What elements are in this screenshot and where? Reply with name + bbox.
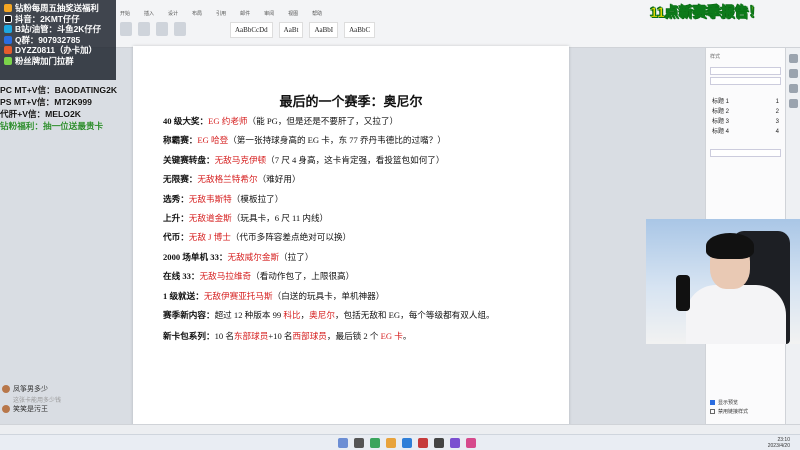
bilibili-icon [4, 25, 12, 34]
streamer-hair [706, 233, 754, 259]
doc-line: 40 级大奖：EG 约老师（能 PG，但是还是不要肝了，又拉了） [163, 116, 399, 126]
douyin-icon [4, 14, 12, 23]
doc-line-new-content: 赛季新内容：超过 12 种版本 99 科比，奥尼尔，包括无敌和 EG，每个等级都… [163, 310, 495, 321]
chat-message: 这张卡能用多少钱 [13, 397, 62, 404]
webcam-feed [646, 219, 800, 344]
menu-item-help[interactable]: 帮助 [312, 10, 322, 17]
font-icon[interactable] [138, 22, 150, 36]
chat-app-icon[interactable] [370, 438, 380, 448]
menu-item-mailings[interactable]: 邮件 [240, 10, 250, 17]
styles-new-box[interactable] [710, 149, 781, 157]
diamond-icon [4, 4, 12, 13]
style-gallery: AaBbCcDd AaBt AaBbI AaBbC [230, 22, 376, 38]
app-icon[interactable] [466, 438, 476, 448]
chat-user: 笑笑是污王 [2, 404, 112, 414]
doc-line: 上升：无敌道金斯（玩具卡，6 尺 11 内线） [163, 213, 329, 224]
style-normal[interactable]: AaBbCcDd [230, 22, 273, 38]
promo-line: PC MT+V信：BAODATING2K [0, 85, 118, 95]
browser-icon[interactable] [402, 438, 412, 448]
menu-item-home[interactable]: 开始 [120, 10, 130, 17]
styles-filter-box[interactable] [710, 77, 781, 85]
promo-lines: PC MT+V信：BAODATING2K PS MT+V信：MT2K999 代肝… [0, 84, 140, 132]
show-preview-checkbox[interactable]: 显示预览 [710, 398, 782, 407]
doc-line: 无限赛：无敌格兰特希尔（难好用） [163, 174, 301, 185]
styles-search-box[interactable] [710, 67, 781, 75]
document-page[interactable]: 最后的一个赛季：奥尼尔 40 级大奖：EG 约老师（能 PG，但是还是不要肝了，… [133, 46, 569, 438]
taskbar: 23:10 2023/4/20 [0, 434, 800, 450]
style-item[interactable]: 标题 22 [706, 107, 785, 117]
promo-line: PS MT+V信：MT2K999 [0, 97, 92, 107]
style-item[interactable]: 标题 44 [706, 127, 785, 137]
align-icon[interactable] [174, 22, 186, 36]
qq-icon [4, 35, 12, 44]
id-icon [4, 46, 12, 55]
checkbox-checked-icon [710, 400, 715, 405]
chat-user: 凤筝男多少 [2, 384, 112, 394]
paste-icon[interactable] [120, 22, 132, 36]
edit-icon[interactable] [788, 69, 798, 78]
doc-line: 代币：无敌 J 博士（代币多阵容差点绝对可以换） [163, 232, 352, 243]
app-icon[interactable] [434, 438, 444, 448]
folder-icon[interactable] [386, 438, 396, 448]
menu-item-view[interactable]: 视图 [288, 10, 298, 17]
doc-line: 关键赛转盘：无敌马克伊顿（7 尺 4 身高，这卡肯定强，看投篮包如何了） [163, 154, 445, 165]
style-heading-1[interactable]: AaBt [278, 22, 304, 38]
menu-row: 开始 插入 设计 布局 引用 邮件 审阅 视图 帮助 [120, 10, 322, 17]
toolbar-icons [120, 22, 186, 36]
document-body: 40 级大奖：EG 约老师（能 PG，但是还是不要肝了，又拉了） 称霸赛：EG … [163, 112, 558, 346]
doc-line: 1 级就送：无敌伊赛亚托马斯（白送的玩具卡，单机神器） [163, 290, 385, 301]
avatar [2, 385, 10, 393]
doc-line: 称霸赛：EG 哈登（第一张持球身高的 EG 卡，东 77 乔丹韦德比的过嘴？） [163, 135, 446, 146]
style-heading-3[interactable]: AaBbC [344, 22, 376, 38]
avatar [2, 405, 10, 413]
menu-item-layout[interactable]: 布局 [192, 10, 202, 17]
style-item[interactable]: 标题 33 [706, 117, 785, 127]
doc-line: 选秀：无敌韦斯特（模板拉了） [163, 193, 284, 204]
season-banner: 11点新赛季报告！ [650, 4, 763, 21]
settings-icon[interactable] [788, 54, 798, 63]
menu-item-review[interactable]: 审阅 [264, 10, 274, 17]
wechat-icon [4, 56, 12, 65]
search-icon[interactable] [354, 438, 364, 448]
taskbar-apps [338, 438, 476, 448]
paragraph-icon[interactable] [156, 22, 168, 36]
menu-item-references[interactable]: 引用 [216, 10, 226, 17]
checkbox-icon [710, 409, 715, 414]
menu-item-design[interactable]: 设计 [168, 10, 178, 17]
doc-line: 在线 33：无敌马拉维奇（看动作包了，上限很高） [163, 271, 355, 282]
streamer-body [686, 285, 786, 344]
promo-line: 钻粉福利：抽一位送最贵卡 [0, 121, 104, 131]
menu-item-insert[interactable]: 插入 [144, 10, 154, 17]
page-title: 最后的一个赛季：奥尼尔 [279, 94, 423, 109]
bookmark-icon[interactable] [788, 84, 798, 93]
app-icon[interactable] [450, 438, 460, 448]
streamer-info-box: 钻粉每周五抽奖送福利 抖音：2KMT仔仔 B站/油管：斗鱼2K仔仔 Q群：907… [0, 0, 116, 80]
disable-linked-checkbox[interactable]: 禁用链接样式 [710, 407, 782, 416]
doc-line: 2000 场单机 33：无敌威尔金斯（拉了） [163, 251, 314, 262]
style-item[interactable]: 标题 11 [706, 97, 785, 107]
styles-panel-options: 显示预览 禁用链接样式 [710, 398, 782, 416]
taskbar-clock[interactable]: 23:10 2023/4/20 [768, 437, 790, 449]
style-heading-2[interactable]: AaBbI [309, 22, 339, 38]
chat-overlay: 凤筝男多少 这张卡能用多少钱 笑笑是污王 [2, 384, 112, 414]
microphone-icon [676, 275, 690, 311]
start-icon[interactable] [338, 438, 348, 448]
styles-panel-title: 样式 [710, 54, 721, 60]
app-icon[interactable] [418, 438, 428, 448]
promo-line: 代肝+V信：MELO2K [0, 109, 81, 119]
doc-line-new-pack: 新卡包系列：10 名东部球员+10 名西部球员，最后锁 2 个 EG 卡。 [163, 331, 412, 342]
status-bar [0, 424, 800, 434]
info-line: 粉丝牌加门拉群 [4, 56, 112, 67]
comment-icon[interactable] [788, 99, 798, 108]
